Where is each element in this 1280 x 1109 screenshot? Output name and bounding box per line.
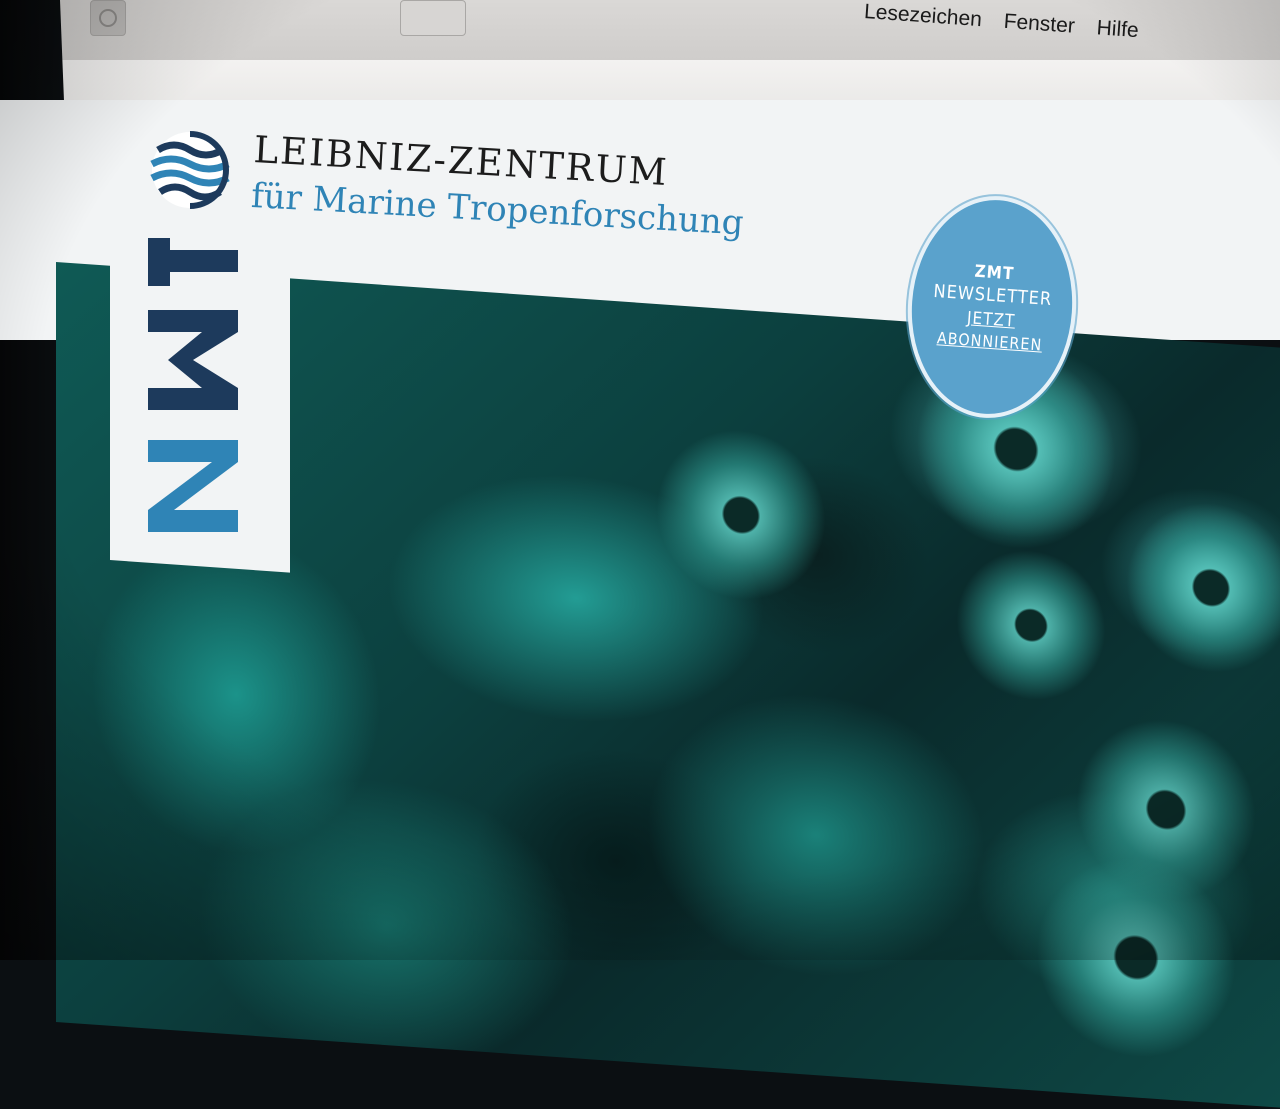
badge-line-2: NEWSLETTER — [932, 280, 1053, 311]
badge-line-1: ZMT — [973, 261, 1015, 285]
menu-items: Lesezeichen Fenster Hilfe — [863, 0, 1139, 43]
menu-lesezeichen[interactable]: Lesezeichen — [863, 0, 982, 32]
coral-polyp — [656, 423, 826, 606]
menu-fenster[interactable]: Fenster — [1003, 10, 1076, 39]
logo-letter-z — [148, 440, 238, 532]
menu-bar: Lesezeichen Fenster Hilfe — [60, 0, 1280, 60]
menu-hilfe[interactable]: Hilfe — [1096, 16, 1140, 43]
browser-extension-icon[interactable] — [90, 0, 126, 36]
logo-letter-t — [148, 238, 238, 286]
toolbar-button[interactable] — [400, 0, 466, 36]
coral-polyp — [1126, 496, 1280, 679]
badge-link-abonnieren[interactable]: ABONNIEREN — [936, 328, 1043, 354]
zmt-logo[interactable] — [138, 120, 268, 540]
wave-globe-icon — [150, 131, 230, 209]
logo-letter-m — [148, 310, 238, 410]
coral-polyp — [956, 544, 1106, 706]
badge-link-jetzt[interactable]: JETZT — [966, 308, 1016, 331]
